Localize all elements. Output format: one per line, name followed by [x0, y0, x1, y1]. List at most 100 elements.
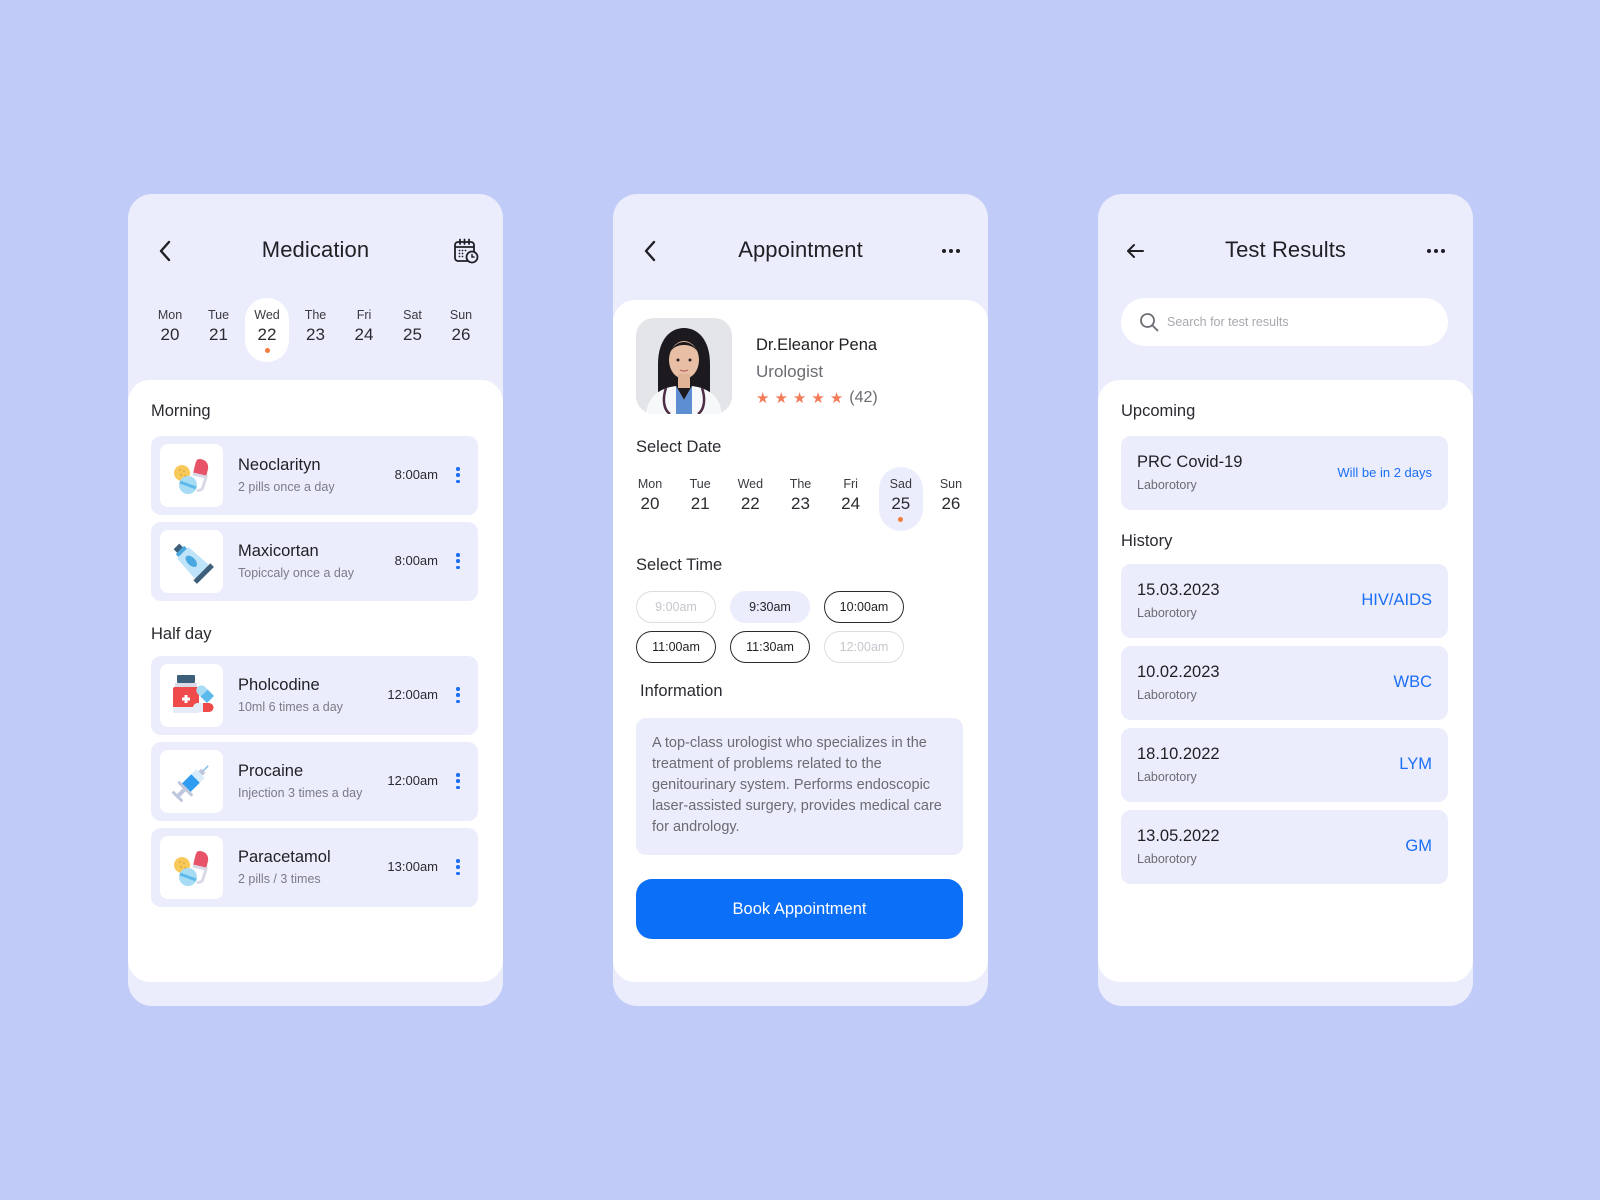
test-date: 13.05.2022	[1137, 827, 1220, 845]
history-test-item[interactable]: 13.05.2022 Laborotory GM	[1121, 810, 1448, 884]
more-horizontal-icon	[942, 249, 960, 253]
information-label: Information	[640, 682, 723, 700]
day-wed-22[interactable]: Wed 22	[728, 467, 772, 531]
day-number: 23	[791, 494, 810, 513]
test-date: 18.10.2022	[1137, 745, 1220, 763]
medication-time: 12:00am	[387, 687, 438, 702]
medication-dose: 10ml 6 times a day	[238, 700, 343, 714]
medication-item[interactable]: Neoclarityn 2 pills once a day 8:00am	[151, 436, 478, 515]
day-fri-24[interactable]: Fri 24	[829, 467, 873, 531]
syringe-icon	[160, 750, 223, 813]
day-name: Wed	[254, 308, 280, 322]
date-selector: Mon 20 Tue 21 Wed 22 The 23 Fri 24 Sad 25 Sun 26	[628, 467, 973, 531]
doctor-specialty: Urologist	[756, 362, 824, 381]
day-mon-20[interactable]: Mon 20	[628, 467, 672, 531]
star-icon: ★	[829, 389, 844, 407]
medication-dose: 2 pills / 3 times	[238, 872, 321, 886]
more-vertical-icon[interactable]	[454, 550, 462, 572]
back-button[interactable]	[150, 236, 180, 266]
pills-icon	[160, 836, 223, 899]
time-slot-1000am[interactable]: 10:00am	[824, 591, 904, 623]
star-icon: ★	[792, 389, 807, 407]
more-vertical-icon[interactable]	[454, 464, 462, 486]
doctor-photo	[636, 318, 732, 414]
more-options-button[interactable]	[936, 236, 966, 266]
medication-time: 12:00am	[387, 773, 438, 788]
day-number: 21	[209, 325, 228, 344]
history-test-item[interactable]: 15.03.2023 Laborotory HIV/AIDS	[1121, 564, 1448, 638]
day-sun-26[interactable]: Sun 26	[929, 467, 973, 531]
select-date-label: Select Date	[636, 438, 722, 456]
day-mon-20[interactable]: Mon 20	[148, 298, 192, 362]
day-tue-21[interactable]: Tue 21	[197, 298, 241, 362]
search-input[interactable]	[1167, 315, 1427, 329]
ointment-tube-icon	[160, 530, 223, 593]
day-name: Mon	[157, 308, 183, 322]
history-test-item[interactable]: 18.10.2022 Laborotory LYM	[1121, 728, 1448, 802]
test-location: Laborotory	[1137, 606, 1197, 620]
back-button[interactable]	[1120, 236, 1150, 266]
day-name: The	[789, 477, 812, 491]
test-type: WBC	[1393, 673, 1433, 691]
page-title: Test Results	[1224, 237, 1347, 262]
page-title: Appointment	[738, 237, 863, 262]
star-icon: ★	[811, 389, 825, 407]
book-appointment-button[interactable]: Book Appointment	[636, 879, 963, 939]
medication-name: Maxicortan	[238, 542, 319, 560]
day-name: Sad	[889, 477, 912, 491]
select-time-label: Select Time	[636, 556, 723, 574]
day-wed-22[interactable]: Wed 22	[245, 298, 289, 362]
day-the-23[interactable]: The 23	[778, 467, 822, 531]
test-date: 15.03.2023	[1137, 581, 1220, 599]
more-vertical-icon[interactable]	[454, 856, 462, 878]
search-icon	[1140, 313, 1159, 332]
day-number: 20	[640, 494, 660, 513]
day-the-23[interactable]: The 23	[294, 298, 338, 362]
day-name: Wed	[737, 477, 764, 491]
day-name: Fri	[843, 477, 858, 491]
day-sun-26[interactable]: Sun 26	[439, 298, 483, 362]
time-slot-930am[interactable]: 9:30am	[730, 591, 810, 623]
more-vertical-icon[interactable]	[454, 770, 462, 792]
doctor-information: A top-class urologist who specializes in…	[636, 718, 963, 855]
back-button[interactable]	[635, 236, 665, 266]
upcoming-test-item[interactable]: PRC Covid-19 Laborotory Will be in 2 day…	[1121, 436, 1448, 510]
search-bar[interactable]	[1121, 298, 1448, 346]
history-test-item[interactable]: 10.02.2023 Laborotory WBC	[1121, 646, 1448, 720]
medication-item[interactable]: Maxicortan Topiccaly once a day 8:00am	[151, 522, 478, 601]
more-vertical-icon[interactable]	[454, 684, 462, 706]
day-fri-24[interactable]: Fri 24	[342, 298, 386, 362]
time-slot-1130am[interactable]: 11:30am	[730, 631, 810, 663]
day-number: 22	[257, 325, 277, 344]
day-name: Mon	[637, 477, 663, 491]
medication-time: 8:00am	[394, 467, 438, 482]
day-sad-25[interactable]: Sad 25	[878, 467, 923, 531]
star-icon: ★	[756, 389, 770, 407]
calendar-button[interactable]	[451, 236, 481, 266]
day-tue-21[interactable]: Tue 21	[678, 467, 722, 531]
test-name: PRC Covid-19	[1137, 453, 1243, 471]
medication-item[interactable]: Pholcodine 10ml 6 times a day 12:00am	[151, 656, 478, 735]
medication-time: 13:00am	[387, 859, 438, 874]
medication-header: Medication	[128, 230, 503, 270]
day-number: 24	[841, 494, 861, 513]
chevron-left-icon	[159, 240, 171, 262]
medication-item[interactable]: Procaine Injection 3 times a day 12:00am	[151, 742, 478, 821]
upcoming-label: Upcoming	[1121, 402, 1196, 420]
day-sat-25[interactable]: Sat 25	[391, 298, 435, 362]
time-slot-1100am[interactable]: 11:00am	[636, 631, 716, 663]
medication-item[interactable]: Paracetamol 2 pills / 3 times 13:00am	[151, 828, 478, 907]
test-location: Laborotory	[1137, 770, 1197, 784]
test-type: LYM	[1399, 755, 1432, 773]
appointment-header: Appointment	[613, 230, 988, 270]
test-results-screen: Test Results Upcoming PRC Covid-19 Labor…	[1098, 194, 1473, 1006]
test-status: Will be in 2 days	[1337, 465, 1432, 480]
more-options-button[interactable]	[1421, 236, 1451, 266]
day-selector: Mon 20 Tue 21 Wed 22 The 23 Fri 24 Sat 25 Sun 26	[148, 298, 483, 362]
day-name: Tue	[207, 308, 230, 322]
time-slot-1200am: 12:00am	[824, 631, 904, 663]
test-results-sheet: Upcoming PRC Covid-19 Laborotory Will be…	[1098, 380, 1473, 982]
day-number: 25	[403, 325, 422, 344]
medication-dose: Injection 3 times a day	[238, 786, 363, 800]
day-name: Fri	[356, 308, 372, 322]
